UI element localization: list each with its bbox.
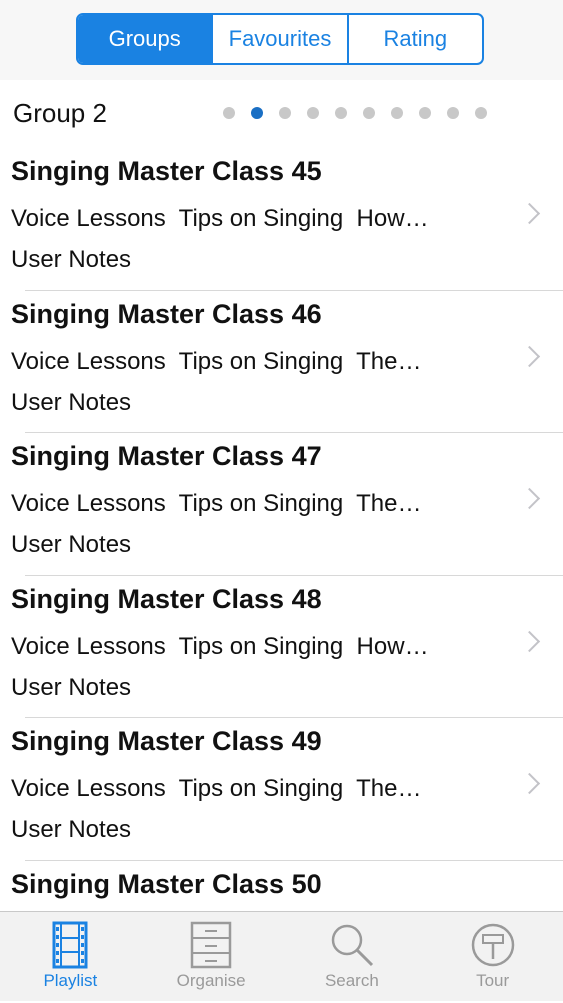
chevron-right-icon	[519, 773, 540, 794]
item-notes: User Notes	[11, 816, 131, 844]
tab-bar: Playlist Organise Search Tour	[0, 911, 563, 1001]
list-item[interactable]: Singing Master Class 48 Voice Lessons Ti…	[0, 576, 563, 719]
search-icon	[328, 921, 376, 969]
item-title: Singing Master Class 48	[11, 584, 322, 615]
tab-playlist[interactable]: Playlist	[0, 912, 141, 1001]
page-dot-current	[251, 107, 263, 119]
page-dot	[475, 107, 487, 119]
item-notes: User Notes	[11, 389, 131, 417]
item-subtitle: Voice Lessons Tips on Singing The…	[11, 775, 421, 803]
page-dot	[391, 107, 403, 119]
class-list: Singing Master Class 45 Voice Lessons Ti…	[0, 148, 563, 1003]
item-notes: User Notes	[11, 246, 131, 274]
item-title: Singing Master Class 46	[11, 299, 322, 330]
page-dot	[447, 107, 459, 119]
item-title: Singing Master Class 45	[11, 156, 322, 187]
item-title: Singing Master Class 50	[11, 869, 322, 900]
tab-organise[interactable]: Organise	[141, 912, 282, 1001]
page-dot	[335, 107, 347, 119]
page-indicator[interactable]	[223, 107, 487, 119]
tab-label: Tour	[476, 971, 509, 991]
chevron-right-icon	[519, 345, 540, 366]
view-segmented-control: Groups Favourites Rating	[76, 13, 484, 65]
item-subtitle: Voice Lessons Tips on Singing The…	[11, 348, 421, 376]
list-item[interactable]: Singing Master Class 46 Voice Lessons Ti…	[0, 291, 563, 434]
chevron-right-icon	[519, 203, 540, 224]
group-title: Group 2	[13, 98, 107, 129]
item-notes: User Notes	[11, 674, 131, 702]
item-subtitle: Voice Lessons Tips on Singing How…	[11, 633, 429, 661]
top-bar: Groups Favourites Rating	[0, 0, 563, 80]
page-dot	[307, 107, 319, 119]
chevron-right-icon	[519, 488, 540, 509]
page-dot	[419, 107, 431, 119]
tab-label: Search	[325, 971, 379, 991]
tab-label: Playlist	[43, 971, 97, 991]
item-subtitle: Voice Lessons Tips on Singing The…	[11, 490, 421, 518]
tab-label: Organise	[177, 971, 246, 991]
cabinet-icon	[190, 921, 232, 969]
segment-favourites[interactable]: Favourites	[211, 15, 346, 63]
list-item[interactable]: Singing Master Class 47 Voice Lessons Ti…	[0, 433, 563, 576]
page-dot	[363, 107, 375, 119]
segment-rating[interactable]: Rating	[347, 15, 482, 63]
item-subtitle: Voice Lessons Tips on Singing How…	[11, 205, 429, 233]
page-dot	[223, 107, 235, 119]
item-title: Singing Master Class 49	[11, 726, 322, 757]
tour-sign-icon	[470, 921, 516, 969]
tab-search[interactable]: Search	[282, 912, 423, 1001]
list-item[interactable]: Singing Master Class 45 Voice Lessons Ti…	[0, 148, 563, 291]
page-dot	[279, 107, 291, 119]
film-strip-icon	[52, 921, 88, 969]
item-notes: User Notes	[11, 531, 131, 559]
segment-groups[interactable]: Groups	[78, 15, 211, 63]
chevron-right-icon	[519, 630, 540, 651]
list-item[interactable]: Singing Master Class 49 Voice Lessons Ti…	[0, 718, 563, 861]
item-title: Singing Master Class 47	[11, 441, 322, 472]
tab-tour[interactable]: Tour	[422, 912, 563, 1001]
